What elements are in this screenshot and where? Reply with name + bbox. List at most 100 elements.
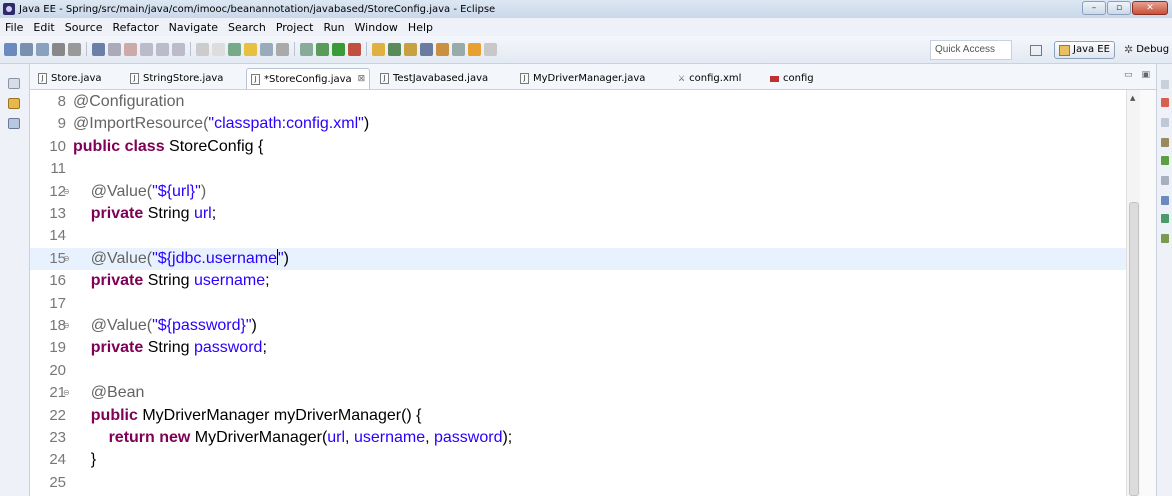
code-line[interactable]: 13 private String url; bbox=[30, 203, 1126, 225]
code-line-current[interactable]: 15 ⊖ @Value("${jdbc.username") bbox=[30, 247, 1126, 271]
tab-config[interactable]: config bbox=[766, 68, 818, 89]
code-token: username bbox=[193, 272, 266, 290]
search-icon[interactable] bbox=[420, 42, 433, 56]
code-line[interactable]: 22 public MyDriverManager myDriverManage… bbox=[30, 405, 1126, 427]
menu-search[interactable]: Search bbox=[223, 21, 271, 34]
code-token: private bbox=[73, 272, 148, 290]
fold-toggle-icon[interactable]: ⊖ bbox=[63, 248, 70, 270]
menu-edit[interactable]: Edit bbox=[28, 21, 59, 34]
drop-icon[interactable] bbox=[196, 42, 209, 56]
minimize-editor-icon[interactable]: ▭ bbox=[1124, 70, 1133, 80]
snippets-icon[interactable] bbox=[1161, 214, 1169, 223]
perspective-java-ee[interactable]: Java EE bbox=[1054, 41, 1115, 59]
outline-icon[interactable] bbox=[1161, 80, 1169, 89]
fold-toggle-icon[interactable]: ⊖ bbox=[63, 181, 70, 203]
save-icon[interactable] bbox=[20, 42, 33, 56]
new-project-icon[interactable] bbox=[372, 42, 385, 56]
run-external-icon[interactable] bbox=[348, 42, 361, 56]
package-explorer-icon[interactable] bbox=[8, 98, 20, 109]
tab-mydrivermanager-java[interactable]: J MyDriverManager.java bbox=[516, 68, 649, 89]
tab-storeconfig-java[interactable]: J *StoreConfig.java ⊠ bbox=[246, 68, 371, 89]
servers-icon[interactable] bbox=[1161, 156, 1169, 165]
scroll-up-icon[interactable]: ▲ bbox=[1130, 94, 1135, 102]
menu-project[interactable]: Project bbox=[271, 21, 319, 34]
toggle-breadcrumb-icon[interactable] bbox=[260, 42, 273, 56]
minimize-button[interactable]: – bbox=[1082, 1, 1106, 15]
skip-icon[interactable] bbox=[108, 42, 121, 56]
show-whitespace-icon[interactable] bbox=[276, 42, 289, 56]
maximize-button[interactable]: ▫ bbox=[1107, 1, 1131, 15]
code-line[interactable]: 17 bbox=[30, 293, 1126, 315]
menu-file[interactable]: File bbox=[0, 21, 28, 34]
forward-icon[interactable] bbox=[484, 42, 497, 56]
new-icon[interactable] bbox=[4, 42, 17, 56]
tab-label: config bbox=[783, 73, 814, 84]
code-token: public bbox=[73, 406, 143, 424]
menu-window[interactable]: Window bbox=[350, 21, 403, 34]
type-hierarchy-icon[interactable] bbox=[8, 118, 20, 129]
code-line[interactable]: 25 bbox=[30, 472, 1126, 494]
toggle-mark-icon[interactable] bbox=[228, 42, 241, 56]
prev-annotation-icon[interactable] bbox=[452, 42, 465, 56]
use-filters-icon[interactable] bbox=[212, 42, 225, 56]
open-perspective-icon bbox=[1030, 44, 1042, 56]
code-line[interactable]: 14 bbox=[30, 225, 1126, 247]
vertical-scrollbar[interactable]: ▲ bbox=[1126, 90, 1140, 496]
undo-icon[interactable] bbox=[68, 42, 81, 56]
tab-config-xml[interactable]: ⚔ config.xml bbox=[674, 68, 745, 89]
code-line[interactable]: 20 bbox=[30, 360, 1126, 382]
print-icon[interactable] bbox=[52, 42, 65, 56]
code-line[interactable]: 9 @ImportResource("classpath:config.xml") bbox=[30, 113, 1126, 135]
menu-navigate[interactable]: Navigate bbox=[164, 21, 223, 34]
tab-stringstore-java[interactable]: J StringStore.java bbox=[126, 68, 227, 89]
menu-source[interactable]: Source bbox=[60, 21, 108, 34]
code-line[interactable]: 24 } bbox=[30, 449, 1126, 471]
step-return-icon[interactable] bbox=[172, 42, 185, 56]
cut-icon[interactable] bbox=[92, 42, 105, 56]
code-line[interactable]: 16 private String username; bbox=[30, 270, 1126, 292]
fold-toggle-icon[interactable]: ⊖ bbox=[63, 315, 70, 337]
code-line[interactable]: 12 ⊖ @Value("${url}") bbox=[30, 181, 1126, 203]
scroll-thumb[interactable] bbox=[1129, 202, 1139, 496]
open-task-icon[interactable] bbox=[404, 42, 417, 56]
back-icon[interactable] bbox=[468, 42, 481, 56]
code-line[interactable]: 21 ⊖ @Bean bbox=[30, 382, 1126, 404]
new-class-icon[interactable] bbox=[388, 42, 401, 56]
menu-run[interactable]: Run bbox=[318, 21, 349, 34]
tab-store-java[interactable]: J Store.java bbox=[34, 68, 106, 89]
problems-icon[interactable] bbox=[1161, 98, 1169, 107]
debug-icon[interactable] bbox=[316, 42, 329, 56]
restore-icon[interactable] bbox=[8, 78, 20, 89]
code-line[interactable]: 10 public class StoreConfig { bbox=[30, 136, 1126, 158]
console-icon[interactable] bbox=[1161, 138, 1169, 147]
annotation-icon[interactable] bbox=[436, 42, 449, 56]
data-source-icon[interactable] bbox=[1161, 196, 1169, 205]
tab-testjavabased-java[interactable]: J TestJavabased.java bbox=[376, 68, 492, 89]
code-line[interactable]: 19 private String password; bbox=[30, 337, 1126, 359]
save-all-icon[interactable] bbox=[36, 42, 49, 56]
stop-icon[interactable] bbox=[124, 42, 137, 56]
code-line[interactable]: 23 return new MyDriverManager(url, usern… bbox=[30, 427, 1126, 449]
quick-access-input[interactable]: Quick Access bbox=[930, 40, 1012, 60]
close-button[interactable]: ✕ bbox=[1132, 1, 1168, 15]
code-line[interactable]: 18 ⊖ @Value("${password}") bbox=[30, 315, 1126, 337]
search-view-icon[interactable] bbox=[1161, 234, 1169, 243]
step-over-icon[interactable] bbox=[156, 42, 169, 56]
build-icon[interactable] bbox=[300, 42, 313, 56]
close-tab-icon[interactable]: ⊠ bbox=[358, 70, 366, 89]
highlight-icon[interactable] bbox=[244, 42, 257, 56]
code-editor[interactable]: 8 @Configuration 9 @ImportResource("classpa… bbox=[30, 90, 1126, 496]
fold-toggle-icon[interactable]: ⊖ bbox=[63, 382, 70, 404]
run-icon[interactable] bbox=[332, 42, 345, 56]
perspective-debug[interactable]: ✲ Debug bbox=[1120, 41, 1172, 59]
maximize-editor-icon[interactable]: ▣ bbox=[1141, 70, 1150, 80]
open-perspective-button[interactable] bbox=[1026, 41, 1046, 59]
title-bar: Java EE - Spring/src/main/java/com/imooc… bbox=[0, 0, 1172, 18]
code-line[interactable]: 11 bbox=[30, 158, 1126, 180]
code-line[interactable]: 8 @Configuration bbox=[30, 91, 1126, 113]
menu-help[interactable]: Help bbox=[403, 21, 438, 34]
properties-icon[interactable] bbox=[1161, 176, 1169, 185]
task-list-icon[interactable] bbox=[1161, 118, 1169, 127]
step-into-icon[interactable] bbox=[140, 42, 153, 56]
menu-refactor[interactable]: Refactor bbox=[108, 21, 164, 34]
